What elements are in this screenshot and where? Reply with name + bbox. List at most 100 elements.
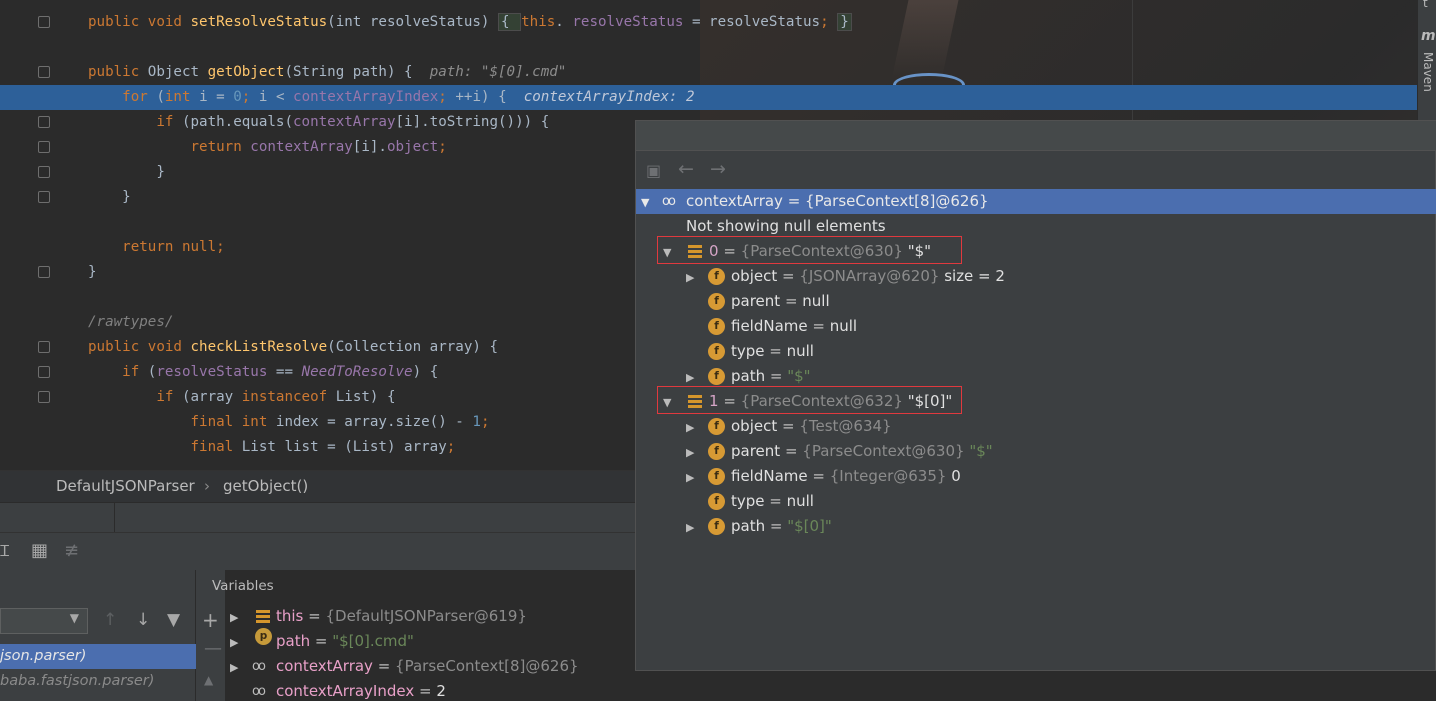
code-token: }: [88, 164, 165, 180]
code-token: 0: [233, 89, 242, 105]
inspect-popup[interactable]: ▣ ← → ▼ oo contextArray = {ParseContext[…: [635, 120, 1436, 671]
folder-icon[interactable]: ▣: [646, 161, 661, 180]
code-token: NeedToResolve: [301, 364, 413, 380]
var-value: 2: [436, 682, 446, 700]
evaluate-table-icon[interactable]: ▦: [31, 540, 48, 561]
var-name: contextArray: [276, 657, 373, 675]
minus-icon[interactable]: —: [204, 638, 222, 659]
code-token: ;: [446, 439, 456, 455]
tree-field-row[interactable]: f parent = null: [636, 289, 1436, 314]
tree-root-row[interactable]: ▼ oo contextArray = {ParseContext[8]@626…: [636, 189, 1436, 214]
maven-tab[interactable]: Maven: [1421, 52, 1435, 92]
tree-value: {ParseContext[8]@626}: [805, 192, 989, 210]
code-token: }: [88, 189, 131, 205]
forward-arrow-icon[interactable]: →: [710, 158, 726, 180]
code-token: setResolveStatus: [190, 14, 328, 30]
field-icon: f: [708, 268, 725, 285]
expand-arrow-icon[interactable]: ▶: [686, 415, 694, 440]
code-token: object: [386, 139, 439, 155]
frame-row[interactable]: baba.fastjson.parser): [0, 669, 196, 694]
debug-tab[interactable]: [0, 503, 115, 533]
expand-arrow-icon[interactable]: ▶: [230, 630, 238, 655]
frame-label: baba.fastjson.parser): [0, 673, 155, 689]
code-token: Object: [147, 64, 208, 80]
collapse-arrow-icon[interactable]: ▼: [641, 190, 649, 215]
expand-arrow-icon[interactable]: ▶: [686, 440, 694, 465]
var-name: contextArrayIndex: [276, 682, 415, 700]
code-token: if: [88, 114, 182, 130]
code-token: resolveStatus: [572, 14, 684, 30]
code-token: int: [164, 89, 200, 105]
var-value: {ParseContext[8]@626}: [395, 657, 579, 675]
arrow-up-icon[interactable]: ↑: [103, 610, 117, 630]
frame-row[interactable]: json.parser): [0, 644, 196, 669]
maven-icon[interactable]: m: [1421, 28, 1436, 44]
tree-field-row[interactable]: ▶ f object = {JSONArray@620} size = 2: [636, 264, 1436, 289]
breadcrumb-class[interactable]: DefaultJSONParser: [56, 477, 195, 495]
field-name: fieldName: [731, 317, 808, 335]
tree-field-row[interactable]: ▶ f path = "$[0]": [636, 514, 1436, 539]
text-cursor-icon[interactable]: Ꮖ: [0, 542, 10, 560]
popup-header[interactable]: [636, 121, 1436, 151]
expand-arrow-icon[interactable]: ▶: [230, 605, 238, 630]
code-token: (Collection array) {: [327, 339, 499, 355]
code-token: this: [521, 14, 556, 30]
field-name: path: [731, 367, 766, 385]
right-tool-strip: t m Maven: [1417, 0, 1436, 120]
filter-icon[interactable]: ▼: [167, 610, 180, 630]
code-token: {: [498, 13, 522, 31]
code-token: if: [88, 364, 148, 380]
code-token: [i].: [352, 139, 387, 155]
field-icon: f: [708, 493, 725, 510]
arrow-down-icon[interactable]: ↓: [136, 610, 150, 630]
code-token: /rawtypes/: [88, 314, 174, 330]
watch-icon: oo: [252, 659, 266, 674]
code-token: ;: [438, 139, 447, 155]
field-value: "$": [964, 442, 993, 460]
code-token: i <: [258, 89, 294, 105]
expand-arrow-icon[interactable]: ▶: [686, 515, 694, 540]
thread-selector[interactable]: ▼: [0, 608, 88, 634]
code-token: ) {: [412, 364, 439, 380]
field-name: type: [731, 492, 765, 510]
code-token: for: [88, 89, 157, 105]
chevron-down-icon: ▼: [69, 611, 79, 625]
var-name: path: [276, 632, 311, 650]
code-token: .: [555, 14, 573, 30]
expand-arrow-icon[interactable]: ▶: [686, 465, 694, 490]
field-value: null: [786, 492, 814, 510]
highlight-box: [657, 236, 962, 264]
tree-field-row[interactable]: f type = null: [636, 489, 1436, 514]
field-value: null: [786, 342, 814, 360]
code-line[interactable]: public Object getObject(String path) { p…: [0, 60, 1417, 85]
tree-field-row[interactable]: f fieldName = null: [636, 314, 1436, 339]
expand-arrow-icon[interactable]: ▶: [686, 265, 694, 290]
tree-field-row[interactable]: ▶ f object = {Test@634}: [636, 414, 1436, 439]
back-arrow-icon[interactable]: ←: [678, 158, 694, 180]
trace-settings-icon[interactable]: ≢: [64, 540, 79, 561]
tree-field-row[interactable]: ▶ f fieldName = {Integer@635} 0: [636, 464, 1436, 489]
code-token: }: [88, 264, 97, 280]
tree-field-row[interactable]: ▶ f parent = {ParseContext@630} "$": [636, 439, 1436, 464]
field-name: fieldName: [731, 467, 808, 485]
highlight-box: [657, 386, 962, 414]
current-execution-line[interactable]: for (int i = 0; i < contextArrayIndex; +…: [0, 85, 1417, 110]
code-token: i =: [199, 89, 234, 105]
code-token: (array: [181, 389, 242, 405]
code-token: ++i) {: [455, 89, 524, 105]
move-up-icon[interactable]: ▲: [204, 673, 213, 687]
field-icon: f: [708, 293, 725, 310]
expand-arrow-icon[interactable]: ▶: [230, 655, 238, 680]
code-line[interactable]: public void setResolveStatus(int resolve…: [0, 10, 1417, 35]
code-token: if: [88, 389, 182, 405]
frames-panel: ▼ ↑ ↓ ▼ json.parser) baba.fastjson.parse…: [0, 570, 196, 701]
object-icon: [256, 610, 270, 623]
plus-icon[interactable]: +: [202, 608, 219, 632]
tree-field-row[interactable]: f type = null: [636, 339, 1436, 364]
field-icon: f: [708, 468, 725, 485]
tree-name: contextArray: [686, 192, 783, 210]
breadcrumb-method[interactable]: getObject(): [223, 477, 308, 495]
field-value: null: [802, 292, 830, 310]
tool-tab-t[interactable]: t: [1423, 0, 1428, 10]
frame-label: json.parser): [0, 648, 87, 664]
